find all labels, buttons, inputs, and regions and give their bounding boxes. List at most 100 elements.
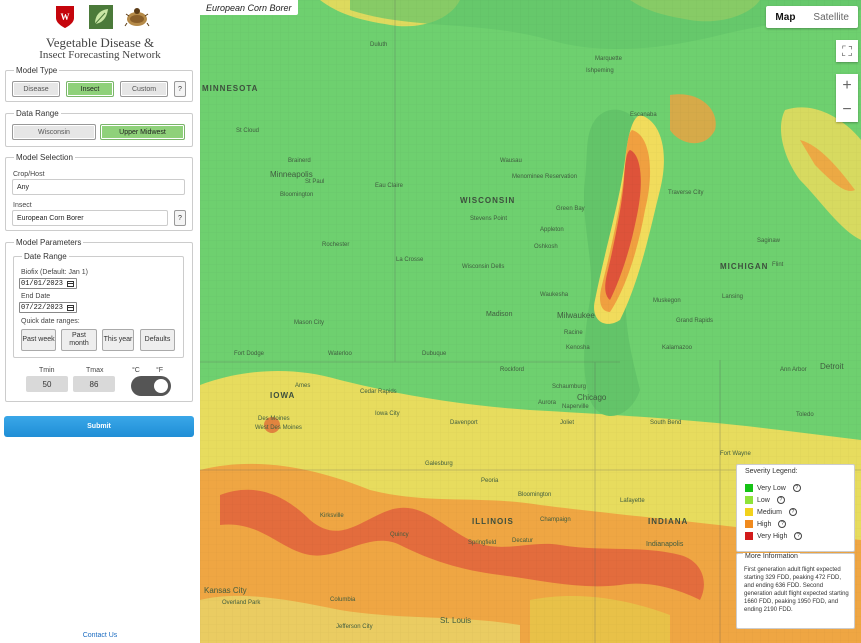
- city-label: Ames: [295, 383, 311, 389]
- disease-button[interactable]: Disease: [12, 81, 60, 97]
- sidebar: W Vegetable Disease & Insect Forecasting…: [0, 0, 200, 643]
- legend-swatch: [745, 496, 753, 504]
- quick-ranges-label: Quick date ranges:: [21, 318, 80, 325]
- help-icon[interactable]: ?: [776, 496, 785, 504]
- city-label: Chicago: [577, 393, 607, 402]
- calendar-icon[interactable]: [67, 304, 74, 311]
- end-date-value: 07/22/2023: [21, 303, 64, 312]
- city-label: Detroit: [820, 362, 844, 371]
- city-label: South Bend: [650, 420, 682, 426]
- model-type-legend: Model Type: [16, 66, 58, 75]
- city-label: Bloomington: [518, 492, 552, 498]
- city-label: Rockford: [500, 367, 525, 373]
- city-label: Springfield: [468, 540, 497, 546]
- tmax-input[interactable]: 86: [73, 376, 115, 392]
- city-label: Aurora: [538, 400, 557, 406]
- site-title-line2: Insect Forecasting Network: [39, 49, 161, 61]
- calendar-icon[interactable]: [67, 280, 74, 287]
- biofix-date-input[interactable]: 01/01/2023: [19, 278, 77, 289]
- state-label: MINNESOTA: [202, 84, 259, 93]
- city-label: Saginaw: [757, 238, 781, 244]
- city-label: Fort Wayne: [720, 451, 751, 457]
- zoom-in-button[interactable]: +: [836, 74, 858, 98]
- past-week-button[interactable]: Past week: [21, 329, 56, 351]
- city-label: Lafayette: [620, 498, 645, 504]
- help-icon[interactable]: ?: [788, 508, 797, 516]
- map-type-control: Map Satellite: [766, 6, 858, 28]
- city-label: Ishpeming: [586, 68, 614, 74]
- more-information-text: First generation adult flight expected s…: [744, 567, 849, 613]
- toggle-knob: [154, 379, 168, 393]
- city-label: Traverse City: [668, 190, 704, 196]
- map-type-satellite-button[interactable]: Satellite: [804, 6, 858, 28]
- help-icon[interactable]: ?: [794, 532, 803, 540]
- contact-link[interactable]: Contact Us: [0, 632, 200, 639]
- defaults-button[interactable]: Defaults: [140, 329, 175, 351]
- city-label: La Crosse: [396, 257, 424, 263]
- city-label: Rochester: [322, 242, 350, 248]
- city-label: Eau Claire: [375, 183, 404, 189]
- state-label: IOWA: [270, 391, 296, 400]
- unit-toggle[interactable]: [131, 376, 171, 396]
- crop-select[interactable]: Any: [12, 179, 185, 195]
- city-label: Marquette: [595, 56, 623, 62]
- city-label: Joliet: [560, 420, 575, 426]
- city-label: Wisconsin Dells: [462, 264, 505, 270]
- legend-swatch: [745, 508, 753, 516]
- map-panel[interactable]: European Corn Borer Map Satellite ⛶ + − …: [200, 0, 861, 643]
- legend-swatch: [745, 532, 753, 540]
- city-label: Madison: [486, 311, 513, 318]
- tmin-input[interactable]: 50: [26, 376, 68, 392]
- submit-button[interactable]: Submit: [4, 416, 194, 437]
- insect-button[interactable]: Insect: [66, 81, 114, 97]
- legend-swatch: [745, 484, 753, 492]
- city-label: Cedar Rapids: [360, 389, 397, 395]
- legend-label: Very Low: [757, 484, 786, 492]
- tmax-label: Tmax: [86, 367, 104, 374]
- site-title-line1: Vegetable Disease &: [45, 35, 155, 50]
- city-label: Kirksville: [320, 513, 344, 519]
- legend-item: High?: [745, 520, 787, 528]
- city-label: Escanaba: [630, 112, 657, 118]
- map-type-map-button[interactable]: Map: [766, 6, 804, 28]
- wisconsin-button[interactable]: Wisconsin: [12, 124, 96, 140]
- fahrenheit-label: °F: [156, 367, 164, 374]
- zoom-out-button[interactable]: −: [836, 98, 858, 122]
- city-label: Peoria: [481, 478, 499, 484]
- end-date-label: End Date: [21, 293, 51, 300]
- city-label: Iowa City: [375, 411, 400, 417]
- this-year-button[interactable]: This year: [102, 329, 134, 351]
- legend-item: Very Low?: [745, 484, 801, 492]
- city-label: Champaign: [540, 517, 571, 523]
- insect-select[interactable]: European Corn Borer: [12, 210, 168, 226]
- tmin-label: Tmin: [39, 367, 55, 374]
- upper-midwest-button[interactable]: Upper Midwest: [100, 124, 185, 140]
- city-label: Davenport: [450, 420, 478, 426]
- help-icon[interactable]: ?: [778, 520, 787, 528]
- model-type-help-button[interactable]: ?: [174, 81, 186, 97]
- city-label: Galesburg: [425, 461, 453, 467]
- past-month-button[interactable]: Past month: [61, 329, 97, 351]
- legend-label: Low: [757, 496, 770, 504]
- city-label: Columbia: [330, 597, 356, 603]
- city-label: Waukesha: [540, 292, 569, 298]
- city-label: Muskegon: [653, 298, 681, 304]
- help-icon[interactable]: ?: [792, 484, 801, 492]
- fullscreen-icon[interactable]: ⛶: [836, 40, 858, 62]
- biofix-label: Biofix (Default: Jan 1): [21, 269, 88, 276]
- uw-crest-logo: W: [52, 4, 78, 30]
- celsius-label: °C: [132, 367, 140, 374]
- insect-label: Insect: [13, 202, 32, 209]
- city-label: Jefferson City: [336, 624, 373, 630]
- city-label: Kansas City: [204, 586, 247, 595]
- city-label: Overland Park: [222, 600, 261, 606]
- city-label: Waterloo: [328, 351, 352, 357]
- custom-button[interactable]: Custom: [120, 81, 168, 97]
- city-label: Milwaukee: [557, 311, 595, 320]
- city-label: St Cloud: [236, 128, 260, 134]
- end-date-input[interactable]: 07/22/2023: [19, 302, 77, 313]
- city-label: Green Bay: [556, 206, 585, 212]
- date-range-legend: Date Range: [24, 252, 67, 261]
- more-information-panel: More Information First generation adult …: [736, 553, 855, 629]
- insect-help-button[interactable]: ?: [174, 210, 186, 226]
